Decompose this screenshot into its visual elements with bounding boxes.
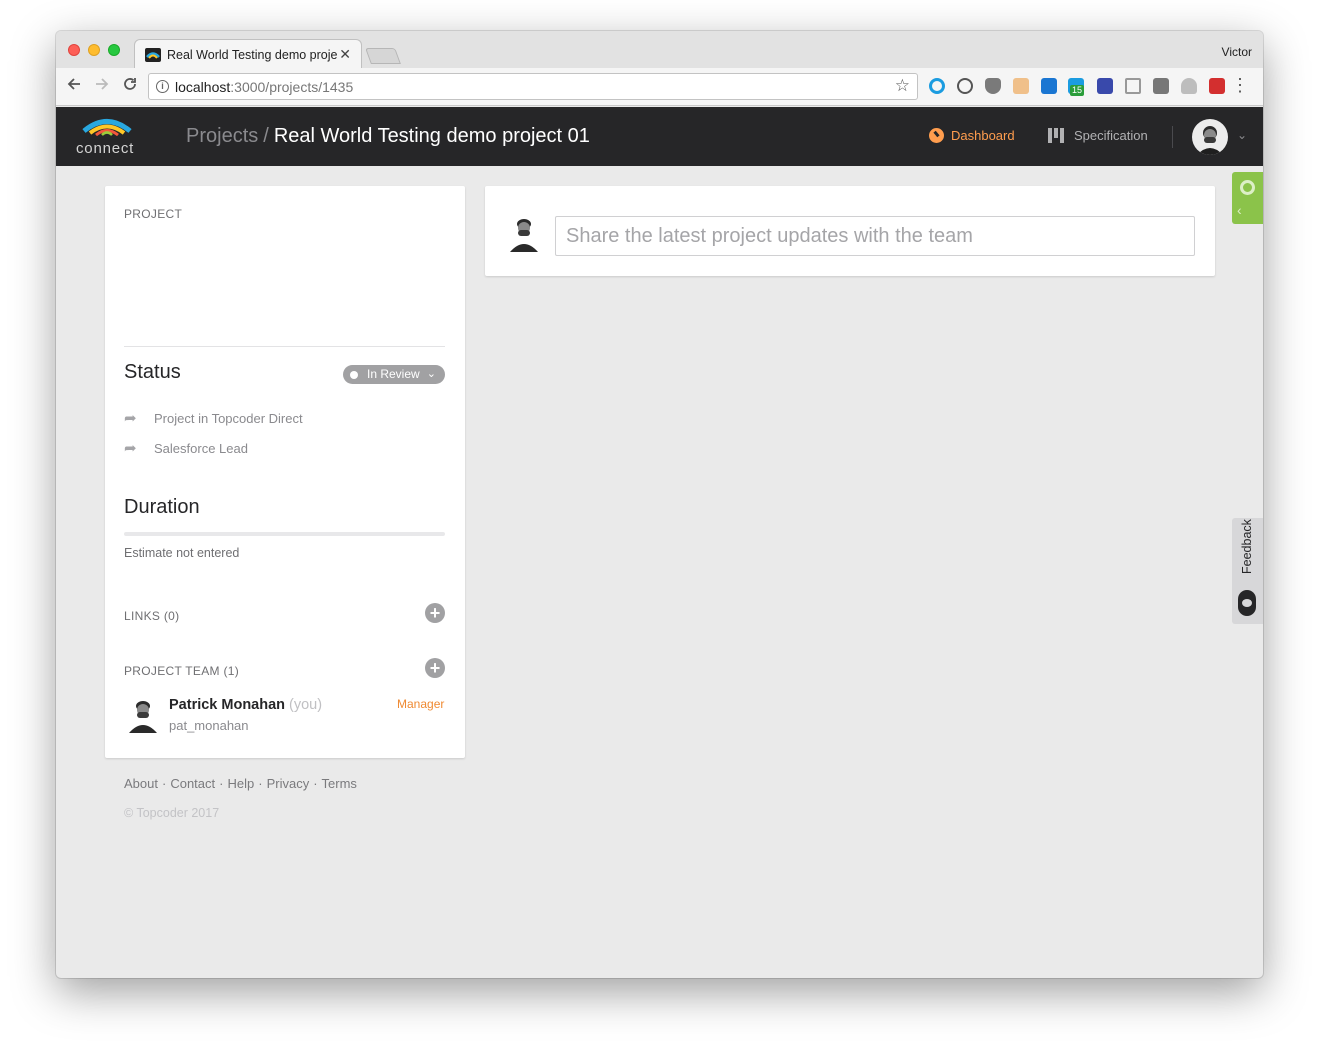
extension-count-badge: 15 <box>1070 85 1085 96</box>
footer-help-link[interactable]: Help <box>227 776 254 791</box>
team-section-label: PROJECT TEAM (1) <box>124 664 240 678</box>
breadcrumb: Projects / Real World Testing demo project… <box>186 125 590 148</box>
logo-text: connect <box>76 140 135 157</box>
widget-logo-icon <box>1240 180 1255 195</box>
window-close-button[interactable] <box>68 44 80 56</box>
forward-icon[interactable] <box>94 76 110 92</box>
new-post-card <box>485 186 1215 276</box>
url-text: localhost:3000/projects/1435 <box>175 79 354 95</box>
chevron-left-icon: ‹ <box>1237 202 1242 218</box>
project-info-card: PROJECT Status In Review ⌄ ➦ Project in T… <box>105 186 465 758</box>
extension-password-icon[interactable] <box>957 78 973 94</box>
feedback-label: Feedback <box>1240 519 1254 574</box>
extension-bar-icon[interactable] <box>1097 78 1113 94</box>
extension-drive-icon[interactable] <box>1181 78 1197 94</box>
member-avatar <box>127 697 159 733</box>
browser-profile-name[interactable]: Victor <box>1222 45 1252 59</box>
post-update-input[interactable] <box>555 216 1195 256</box>
footer-terms-link[interactable]: Terms <box>322 776 357 791</box>
add-link-button[interactable]: + <box>425 603 445 623</box>
page-title: Real World Testing demo project 01 <box>273 125 590 147</box>
estimate-text: Estimate not entered <box>124 546 240 560</box>
side-widget-toggle[interactable]: ‹ <box>1232 172 1263 224</box>
nav-specification-link[interactable]: Specification <box>1048 128 1148 143</box>
feedback-tab[interactable]: Feedback <box>1232 518 1263 624</box>
footer-links: About · Contact · Help · Privacy · Terms <box>124 776 357 791</box>
footer-privacy-link[interactable]: Privacy <box>267 776 310 791</box>
dashboard-icon <box>929 128 944 143</box>
feedback-icon <box>1238 590 1256 616</box>
window-minimize-button[interactable] <box>88 44 100 56</box>
status-dot-icon <box>350 371 358 379</box>
divider <box>124 346 445 347</box>
footer-contact-link[interactable]: Contact <box>170 776 215 791</box>
browser-menu-icon[interactable]: ⋮ <box>1231 76 1249 94</box>
browser-tab-active[interactable]: Real World Testing demo project 01 ✕ <box>134 39 362 69</box>
project-section-label: PROJECT <box>124 207 183 221</box>
share-arrow-icon: ➦ <box>124 440 137 457</box>
browser-toolbar: i localhost:3000/projects/1435 ☆ 15 ⋮ <box>56 68 1263 106</box>
tab-title: Real World Testing demo project 01 <box>167 48 337 62</box>
tab-close-icon[interactable]: ✕ <box>339 46 351 63</box>
back-icon[interactable] <box>66 76 82 92</box>
user-avatar[interactable] <box>1192 119 1228 155</box>
status-dropdown[interactable]: In Review ⌄ <box>343 365 445 384</box>
extension-circle-icon[interactable] <box>929 78 945 94</box>
extension-shield-icon[interactable] <box>985 78 1001 94</box>
link-salesforce-lead[interactable]: ➦ Salesforce Lead <box>124 439 248 457</box>
reload-icon[interactable] <box>122 76 138 92</box>
bookmark-star-icon[interactable]: ☆ <box>895 76 910 96</box>
window-maximize-button[interactable] <box>108 44 120 56</box>
share-arrow-icon: ➦ <box>124 410 137 427</box>
extension-grid-icon[interactable] <box>1125 78 1141 94</box>
breadcrumb-separator: / <box>263 125 269 147</box>
extension-square-icon[interactable] <box>1153 78 1169 94</box>
site-info-icon[interactable]: i <box>156 80 169 93</box>
member-role: Manager <box>397 697 445 711</box>
poster-avatar <box>509 216 539 252</box>
footer-about-link[interactable]: About <box>124 776 158 791</box>
title-bar: Real World Testing demo project 01 ✕ Vic… <box>56 31 1263 69</box>
duration-progress-bar <box>124 532 445 536</box>
breadcrumb-projects-link[interactable]: Projects <box>186 125 258 147</box>
connect-logo-icon[interactable] <box>82 118 132 136</box>
tab-favicon-icon <box>145 48 161 62</box>
app-header: connect Projects / Real World Testing demo… <box>56 107 1263 166</box>
add-team-member-button[interactable]: + <box>425 658 445 678</box>
new-tab-button[interactable] <box>365 48 401 64</box>
duration-heading: Duration <box>124 496 200 518</box>
member-name: Patrick Monahan (you) <box>169 697 323 713</box>
status-heading: Status <box>124 361 181 383</box>
nav-divider <box>1172 126 1173 148</box>
user-menu-chevron-down-icon[interactable]: ⌄ <box>1237 128 1247 142</box>
extension-s-icon[interactable] <box>1041 78 1057 94</box>
member-handle: pat_monahan <box>169 718 249 733</box>
address-bar[interactable]: i localhost:3000/projects/1435 ☆ <box>148 73 918 100</box>
status-value: In Review <box>367 367 420 381</box>
copyright: © Topcoder 2017 <box>124 806 220 820</box>
nav-dashboard-link[interactable]: Dashboard <box>929 128 1015 143</box>
links-section-label: LINKS (0) <box>124 609 180 623</box>
extension-note-icon[interactable] <box>1013 78 1029 94</box>
link-topcoder-direct[interactable]: ➦ Project in Topcoder Direct <box>124 409 303 427</box>
specification-icon <box>1048 128 1065 143</box>
browser-window: Real World Testing demo project 01 ✕ Vic… <box>56 31 1263 978</box>
extension-red-icon[interactable] <box>1209 78 1225 94</box>
status-chevron-down-icon: ⌄ <box>426 368 436 380</box>
